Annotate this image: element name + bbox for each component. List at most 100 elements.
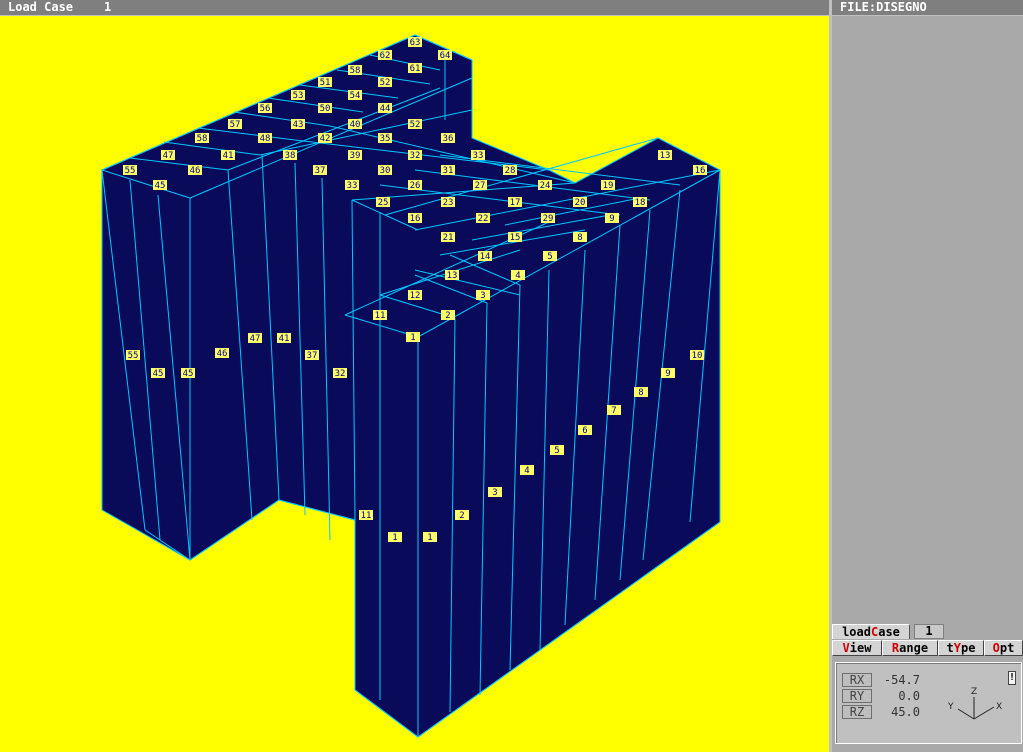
node-label: 52: [410, 120, 421, 130]
axis-z-label: Z: [971, 687, 977, 697]
file-name-label: FILE:DISEGNO: [840, 0, 927, 14]
rz-value[interactable]: 45.0: [876, 705, 920, 719]
node-label: 42: [320, 134, 331, 144]
face-label: 32: [335, 369, 346, 379]
node-label: 8: [577, 233, 582, 243]
face-label: 6: [582, 426, 587, 436]
load-case-value[interactable]: 1: [914, 624, 944, 639]
structure-3d-view[interactable]: 63646258 615251545350 445657 43 40 5258 48 42 35…: [0, 16, 829, 752]
node-label: 20: [575, 198, 586, 208]
face-label: 3: [492, 488, 497, 498]
node-label: 54: [350, 91, 361, 101]
node-label: 12: [410, 291, 421, 301]
face-label: 1: [427, 533, 432, 543]
node-label: 45: [155, 181, 166, 191]
node-label: 53: [293, 91, 304, 101]
structure-silhouette: [101, 34, 721, 738]
node-label: 1: [410, 333, 415, 343]
node-label: 28: [505, 166, 516, 176]
rx-value[interactable]: -54.7: [876, 673, 920, 687]
node-label: 57: [230, 120, 241, 130]
node-label: 21: [443, 233, 454, 243]
face-label: 1: [392, 533, 397, 543]
menu-range[interactable]: Range: [882, 640, 938, 656]
node-label: 27: [475, 181, 486, 191]
node-label: 48: [260, 134, 271, 144]
face-label: 11: [361, 511, 372, 521]
face-label: 37: [307, 351, 318, 361]
load-case-button[interactable]: loadCase: [832, 624, 910, 639]
title-bar: Load Case 1: [0, 0, 829, 15]
node-label: 35: [380, 134, 391, 144]
node-label: 30: [380, 166, 391, 176]
face-label: 45: [153, 369, 164, 379]
node-label: 56: [260, 104, 271, 114]
face-label: 10: [692, 351, 703, 361]
node-label: 22: [478, 214, 489, 224]
model-viewport[interactable]: 63 64 62 58 61 52 51 54 53 50 44 56 57 43 40 52 58 48 42 35…: [0, 16, 829, 752]
node-label: 33: [347, 181, 358, 191]
node-label: 36: [443, 134, 454, 144]
menu-bar: View Range tYpe Opt: [832, 640, 1023, 656]
node-label: 18: [635, 198, 646, 208]
node-label: 29: [543, 214, 554, 224]
face-label: 55: [128, 351, 139, 361]
node-label: 4: [515, 271, 520, 281]
node-label: 58: [350, 66, 361, 76]
title-load-case-number: 1: [104, 0, 112, 14]
title-load-case-label: Load Case: [8, 0, 74, 14]
node-label: 2: [445, 311, 450, 321]
face-label: 47: [250, 334, 261, 344]
ry-value[interactable]: 0.0: [876, 689, 920, 703]
node-label: 58: [197, 134, 208, 144]
node-label: 32: [410, 151, 421, 161]
node-label: 41: [223, 151, 234, 161]
file-name-bar: FILE:DISEGNO: [832, 0, 1023, 15]
node-label: 19: [603, 181, 614, 191]
face-label: 9: [665, 369, 670, 379]
node-label: 25: [378, 198, 389, 208]
node-label: 52: [380, 78, 391, 88]
face-label: 45: [183, 369, 194, 379]
node-label: 11: [375, 311, 386, 321]
node-label: 38: [285, 151, 296, 161]
axis-x-label: X: [996, 702, 1002, 712]
node-label: 46: [190, 166, 201, 176]
node-label: 47: [163, 151, 174, 161]
node-label: 33: [473, 151, 484, 161]
node-label: 13: [660, 151, 671, 161]
face-label: 8: [638, 388, 643, 398]
rz-label: RZ: [842, 705, 872, 719]
node-label: 17: [510, 198, 521, 208]
menu-opt[interactable]: Opt: [984, 640, 1023, 656]
node-label: 31: [443, 166, 454, 176]
node-label: 15: [510, 233, 521, 243]
ry-label: RY: [842, 689, 872, 703]
node-label: 43: [293, 120, 304, 130]
face-label: 7: [611, 406, 616, 416]
node-label: 40: [350, 120, 361, 130]
node-label: 51: [320, 78, 331, 88]
node-label: 3: [480, 291, 485, 301]
node-label: 16: [695, 166, 706, 176]
node-label: 37: [315, 166, 326, 176]
node-label: 9: [609, 214, 614, 224]
node-label: 63: [410, 38, 421, 48]
node-label: 50: [320, 104, 331, 114]
node-label: 62: [380, 51, 391, 61]
menu-view[interactable]: View: [832, 640, 882, 656]
node-label: 39: [350, 151, 361, 161]
node-label: 13: [447, 271, 458, 281]
node-label: 61: [410, 64, 421, 74]
node-label: 64: [440, 51, 451, 61]
node-label: 55: [125, 166, 136, 176]
node-label: 14: [480, 252, 491, 262]
axis-y-label: Y: [947, 702, 954, 712]
node-label: 23: [443, 198, 454, 208]
face-label: 4: [524, 466, 529, 476]
axis-triad-icon: Z Y X: [947, 687, 1002, 720]
rx-label: RX: [842, 673, 872, 687]
rotation-panel: RX -54.7 RY 0.0 RZ 45.0 ! Z Y X: [835, 662, 1022, 744]
menu-type[interactable]: tYpe: [938, 640, 984, 656]
node-label: 26: [410, 181, 421, 191]
